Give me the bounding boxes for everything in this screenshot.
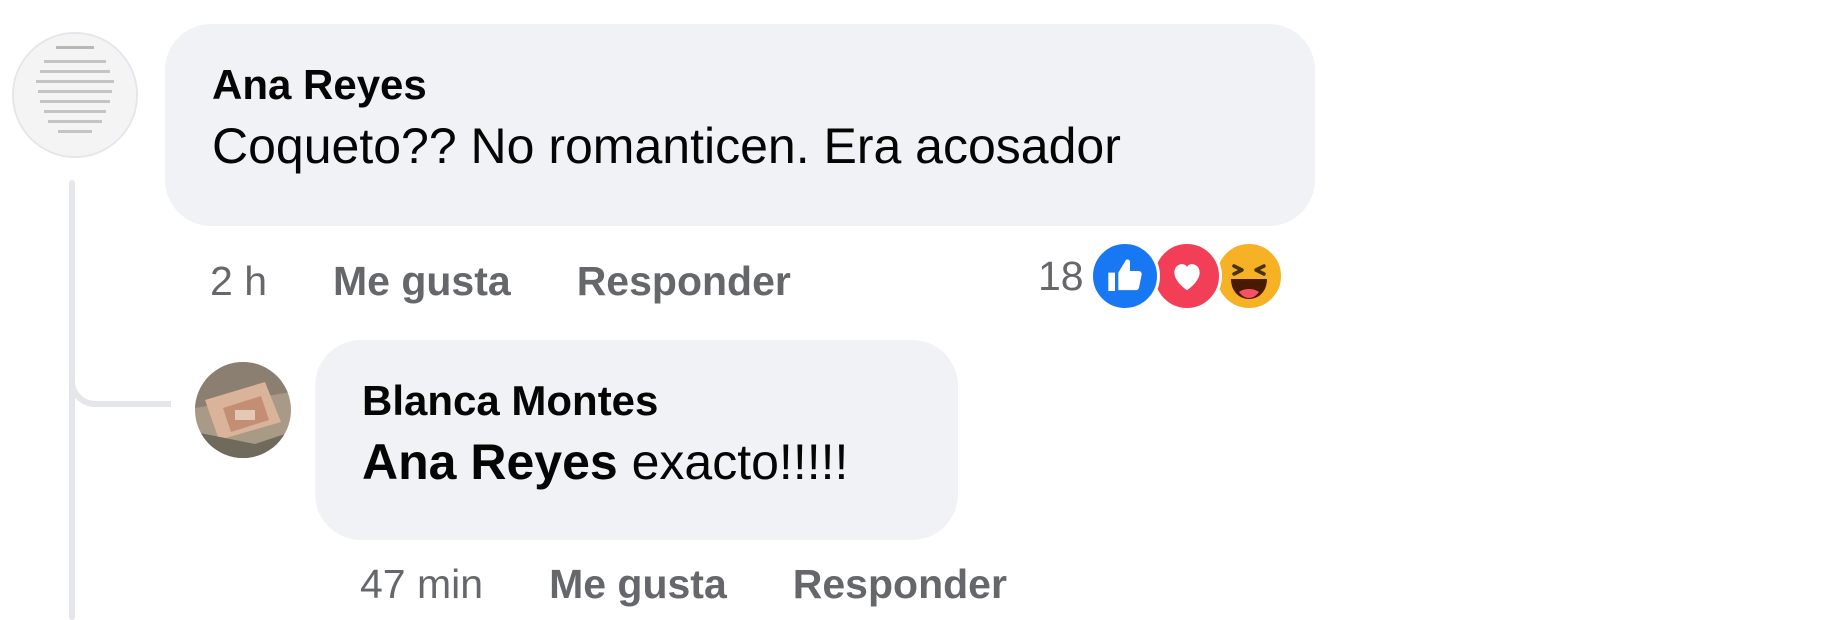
avatar[interactable] [12,32,138,158]
comment-author[interactable]: Ana Reyes [212,60,1268,110]
haha-icon [1213,241,1284,311]
comment-bubble: Ana Reyes Coqueto?? No romanticen. Era a… [165,24,1315,226]
avatar-image [195,362,291,458]
comment-body: exacto!!!!! [631,434,849,491]
like-button[interactable]: Me gusta [549,561,727,608]
reactions-summary[interactable]: 18 [1038,240,1284,312]
love-icon [1151,241,1222,311]
reply-connector-curve [69,355,171,407]
comment-text: Ana Reyes exacto!!!!! [362,430,911,495]
reply-button[interactable]: Responder [577,258,791,305]
comment-bubble: Blanca Montes Ana Reyes exacto!!!!! [315,340,958,540]
comment-actions: 47 min Me gusta Responder [360,556,1073,612]
comment-timestamp[interactable]: 47 min [360,561,483,608]
comment-actions: 2 h Me gusta Responder [210,253,857,309]
comment-timestamp[interactable]: 2 h [210,258,267,305]
avatar[interactable] [195,362,291,458]
avatar-image [14,34,136,156]
comment-author[interactable]: Blanca Montes [362,376,911,426]
reaction-count: 18 [1038,252,1084,299]
reply-button[interactable]: Responder [793,561,1007,608]
mention-link[interactable]: Ana Reyes [362,434,618,490]
like-button[interactable]: Me gusta [333,258,511,305]
comment-text: Coqueto?? No romanticen. Era acosador [212,118,1121,175]
thread-connector-line [69,180,75,620]
like-icon [1089,241,1160,311]
